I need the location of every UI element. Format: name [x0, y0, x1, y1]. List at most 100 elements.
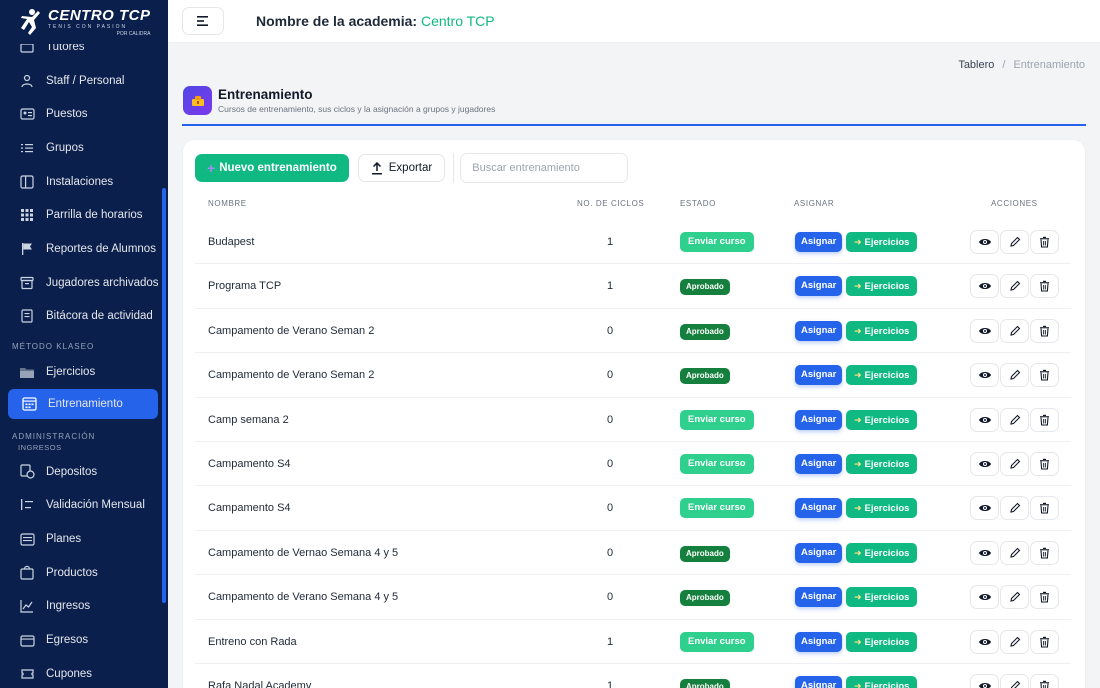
new-training-button[interactable]: + Nuevo entrenamiento	[195, 154, 349, 182]
exercises-button[interactable]: ➜ Ejercicios	[846, 675, 918, 688]
view-button[interactable]	[970, 363, 999, 388]
menu-icon	[197, 16, 208, 26]
sidebar-item-ingresos[interactable]: Ingresos	[0, 590, 168, 624]
sidebar-item-planes[interactable]: Planes	[0, 522, 168, 556]
delete-button[interactable]	[1030, 585, 1059, 610]
exercises-button[interactable]: ➜ Ejercicios	[846, 409, 918, 430]
assign-button[interactable]: Asignar	[795, 498, 843, 519]
export-button[interactable]: Exportar	[357, 154, 446, 182]
edit-button[interactable]	[1000, 363, 1029, 388]
exercises-button[interactable]: ➜ Ejercicios	[846, 232, 918, 252]
view-button[interactable]	[970, 318, 999, 343]
exercises-label: Ejercicios	[864, 547, 910, 559]
sidebar-item-reportes-de-alumnos[interactable]: Reportes de Alumnos	[0, 232, 168, 266]
exercises-button[interactable]: ➜ Ejercicios	[846, 542, 918, 563]
edit-button[interactable]	[1000, 629, 1029, 654]
sidebar-item-validacion-mensual[interactable]: Validación Mensual	[0, 489, 168, 523]
view-button[interactable]	[970, 540, 999, 565]
assign-button[interactable]: Asignar	[795, 409, 843, 430]
sidebar-item-productos[interactable]: Productos	[0, 556, 168, 590]
edit-button[interactable]	[1000, 407, 1029, 432]
assign-button[interactable]: Asignar	[795, 320, 843, 341]
sidebar-item-jugadores-archivados[interactable]: Jugadores archivados	[0, 266, 168, 300]
sidebar-item-puestos[interactable]: Puestos	[0, 97, 168, 131]
delete-button[interactable]	[1030, 451, 1059, 476]
edit-button[interactable]	[1000, 451, 1029, 476]
edit-button[interactable]	[1000, 540, 1029, 565]
edit-button[interactable]	[1000, 230, 1029, 254]
send-course-button[interactable]: Enviar curso	[680, 453, 754, 474]
delete-button[interactable]	[1030, 496, 1059, 521]
eye-icon	[978, 281, 992, 291]
assign-button[interactable]: Asignar	[795, 542, 843, 563]
delete-button[interactable]	[1030, 274, 1059, 299]
sidebar-scrollbar[interactable]	[162, 188, 166, 603]
exercises-button[interactable]: ➜ Ejercicios	[846, 320, 918, 341]
view-button[interactable]	[970, 673, 999, 688]
delete-button[interactable]	[1030, 629, 1059, 654]
edit-button[interactable]	[1000, 585, 1029, 610]
sidebar-item-label: Depositos	[46, 465, 98, 478]
exercises-button[interactable]: ➜ Ejercicios	[846, 587, 918, 608]
search-input[interactable]	[460, 153, 629, 183]
sidebar-item-grupos[interactable]: Grupos	[0, 131, 168, 165]
training-name: Campamento S4	[208, 502, 291, 515]
send-course-button[interactable]: Enviar curso	[680, 409, 754, 430]
send-course-button[interactable]: Enviar curso	[680, 498, 754, 519]
view-button[interactable]	[970, 585, 999, 610]
menu-toggle-button[interactable]	[182, 7, 224, 35]
edit-button[interactable]	[1000, 496, 1029, 521]
view-button[interactable]	[970, 274, 999, 299]
training-name: Entreno con Rada	[208, 635, 297, 648]
status-badge-approved: Aprobado	[680, 590, 730, 607]
exercises-button[interactable]: ➜ Ejercicios	[846, 631, 918, 652]
assign-button[interactable]: Asignar	[795, 675, 843, 688]
view-button[interactable]	[970, 451, 999, 476]
assign-button[interactable]: Asignar	[795, 232, 843, 252]
sidebar-item-bitacora-de-actividad[interactable]: Bitácora de actividad	[0, 300, 168, 334]
edit-button[interactable]	[1000, 274, 1029, 299]
eye-icon	[978, 370, 992, 380]
ticket-icon	[18, 667, 36, 681]
assign-button[interactable]: Asignar	[795, 365, 843, 386]
trash-icon	[1039, 458, 1050, 470]
delete-button[interactable]	[1030, 673, 1059, 688]
send-course-button[interactable]: Enviar curso	[680, 631, 754, 652]
exercises-button[interactable]: ➜ Ejercicios	[846, 498, 918, 519]
assign-button[interactable]: Asignar	[795, 587, 843, 608]
assign-button[interactable]: Asignar	[795, 453, 843, 474]
exercises-button[interactable]: ➜ Ejercicios	[846, 453, 918, 474]
view-button[interactable]	[970, 407, 999, 432]
delete-button[interactable]	[1030, 230, 1059, 254]
sidebar-item-instalaciones[interactable]: Instalaciones	[0, 165, 168, 199]
sidebar-item-parrilla-de-horarios[interactable]: Parrilla de horarios	[0, 198, 168, 232]
eye-icon	[978, 326, 992, 336]
brand-logo[interactable]: CENTRO TCP TENIS CON PASION POR CALIDRA	[0, 0, 168, 44]
sidebar-item-ejercicios[interactable]: Ejercicios	[0, 355, 168, 389]
send-course-button[interactable]: Enviar curso	[680, 232, 754, 252]
delete-button[interactable]	[1030, 540, 1059, 565]
pencil-icon	[1009, 636, 1021, 648]
sidebar-item-entrenamiento[interactable]: Entrenamiento	[8, 388, 158, 419]
assign-button[interactable]: Asignar	[795, 631, 843, 652]
sidebar-item-cupones[interactable]: Cupones	[0, 657, 168, 688]
view-button[interactable]	[970, 496, 999, 521]
sidebar-item-staff-personal[interactable]: Staff / Personal	[0, 64, 168, 98]
breadcrumb-home[interactable]: Tablero	[958, 59, 994, 71]
training-name: Campamento de Verano Seman 2	[208, 324, 375, 337]
exercises-button[interactable]: ➜ Ejercicios	[846, 365, 918, 386]
view-button[interactable]	[970, 629, 999, 654]
assign-button[interactable]: Asignar	[795, 276, 843, 297]
exercises-button[interactable]: ➜ Ejercicios	[846, 276, 918, 297]
delete-button[interactable]	[1030, 407, 1059, 432]
exercises-label: Ejercicios	[864, 680, 910, 688]
sidebar-item-depositos[interactable]: Depositos	[0, 455, 168, 489]
delete-button[interactable]	[1030, 318, 1059, 343]
sidebar-item-egresos[interactable]: Egresos	[0, 623, 168, 657]
pencil-icon	[1009, 280, 1021, 292]
export-label: Exportar	[388, 162, 433, 174]
edit-button[interactable]	[1000, 318, 1029, 343]
edit-button[interactable]	[1000, 673, 1029, 688]
delete-button[interactable]	[1030, 363, 1059, 388]
view-button[interactable]	[970, 230, 999, 254]
